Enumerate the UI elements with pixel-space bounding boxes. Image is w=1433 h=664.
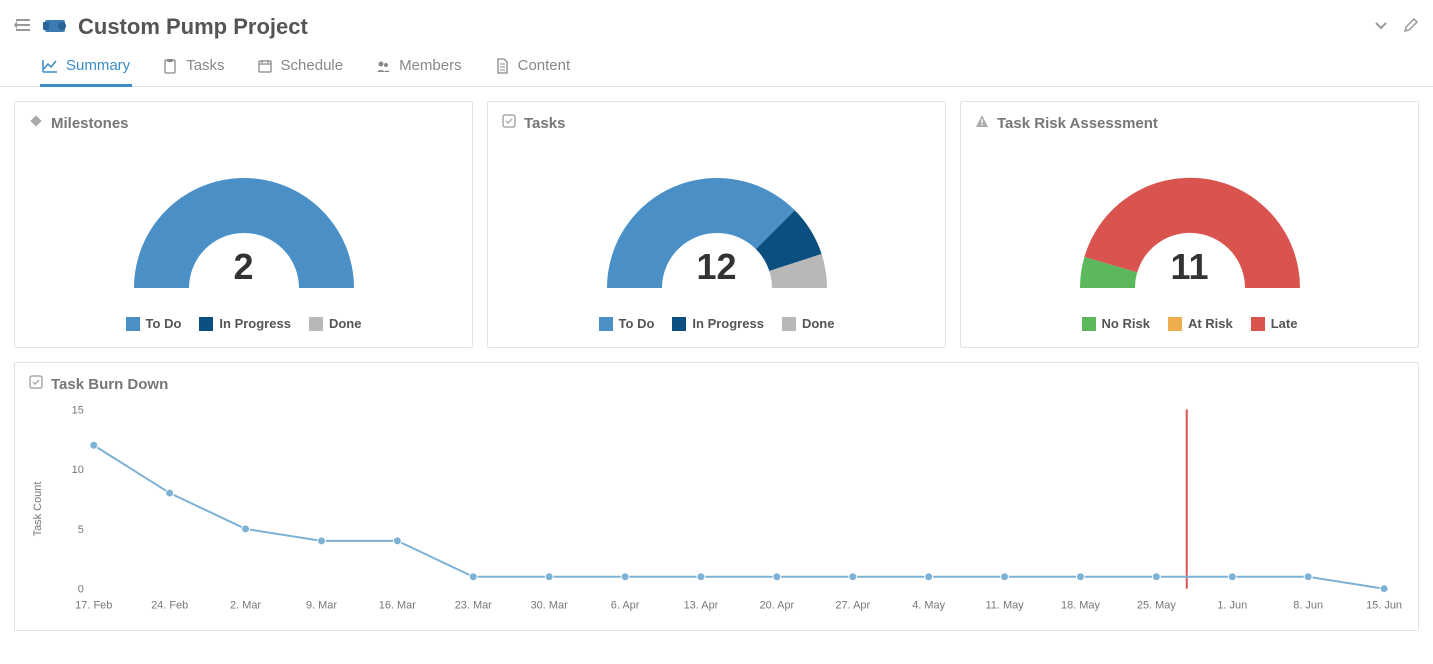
legend-label: Done	[802, 316, 835, 331]
tasks-gauge: 12	[577, 148, 857, 288]
tabs-bar: Summary Tasks Schedule Members Content	[0, 49, 1433, 87]
tab-label: Schedule	[281, 57, 344, 74]
svg-text:1. Jun: 1. Jun	[1217, 600, 1247, 612]
svg-text:15: 15	[72, 404, 84, 416]
svg-text:23. Mar: 23. Mar	[455, 600, 492, 612]
legend-item: Late	[1251, 316, 1298, 331]
svg-text:13. Apr: 13. Apr	[684, 600, 719, 612]
swatch-icon	[1251, 317, 1265, 331]
svg-text:0: 0	[78, 584, 84, 596]
risk-gauge: 11	[1050, 148, 1330, 288]
milestones-gauge: 2	[104, 148, 384, 288]
tasks-card: Tasks 12 To Do In Progress Done	[487, 101, 946, 348]
y-axis-label: Task Count	[32, 482, 44, 537]
legend-label: Late	[1271, 316, 1298, 331]
warning-icon	[975, 114, 989, 132]
legend-item: No Risk	[1082, 316, 1150, 331]
tasks-total: 12	[577, 246, 857, 288]
tab-schedule[interactable]: Schedule	[255, 49, 346, 87]
page-title: Custom Pump Project	[78, 14, 1373, 40]
milestones-card: Milestones 2 To Do In Progress Done	[14, 101, 473, 348]
svg-text:25. May: 25. May	[1137, 600, 1176, 612]
legend-item: Done	[782, 316, 835, 331]
legend-label: In Progress	[692, 316, 764, 331]
legend-item: In Progress	[199, 316, 291, 331]
svg-text:17. Feb: 17. Feb	[75, 600, 112, 612]
users-icon	[375, 58, 391, 74]
legend-item: To Do	[599, 316, 655, 331]
swatch-icon	[309, 317, 323, 331]
swatch-icon	[782, 317, 796, 331]
checkbox-icon	[29, 375, 43, 393]
card-title-text: Milestones	[51, 115, 129, 132]
legend-label: In Progress	[219, 316, 291, 331]
swatch-icon	[1168, 317, 1182, 331]
gauge-row: Milestones 2 To Do In Progress Done Task…	[0, 87, 1433, 362]
svg-text:2. Mar: 2. Mar	[230, 600, 261, 612]
chart-icon	[42, 58, 58, 74]
legend-item: In Progress	[672, 316, 764, 331]
tab-content[interactable]: Content	[492, 49, 573, 87]
swatch-icon	[126, 317, 140, 331]
legend-label: No Risk	[1102, 316, 1150, 331]
risk-legend: No Risk At Risk Late	[1082, 316, 1298, 331]
swatch-icon	[199, 317, 213, 331]
svg-text:30. Mar: 30. Mar	[531, 600, 568, 612]
burndown-chart: Task Count 0 5 10 15 17. Feb 24. Feb 2. Mar 9.…	[29, 399, 1404, 619]
legend-label: At Risk	[1188, 316, 1233, 331]
card-title-text: Tasks	[524, 115, 565, 132]
svg-text:5: 5	[78, 524, 84, 536]
calendar-icon	[257, 58, 273, 74]
swatch-icon	[672, 317, 686, 331]
chevron-down-icon[interactable]	[1373, 17, 1389, 36]
tab-label: Content	[518, 57, 571, 74]
page-header: Custom Pump Project	[0, 0, 1433, 49]
project-icon	[42, 12, 68, 41]
edit-icon[interactable]	[1403, 17, 1419, 36]
card-title-text: Task Burn Down	[51, 376, 168, 393]
svg-text:18. May: 18. May	[1061, 600, 1100, 612]
milestones-legend: To Do In Progress Done	[126, 316, 362, 331]
legend-label: To Do	[619, 316, 655, 331]
diamond-icon	[29, 114, 43, 132]
svg-text:16. Mar: 16. Mar	[379, 600, 416, 612]
svg-text:8. Jun: 8. Jun	[1293, 600, 1323, 612]
clipboard-icon	[162, 58, 178, 74]
tasks-legend: To Do In Progress Done	[599, 316, 835, 331]
tab-label: Summary	[66, 57, 130, 74]
svg-text:10: 10	[72, 464, 84, 476]
tab-members[interactable]: Members	[373, 49, 464, 87]
legend-item: At Risk	[1168, 316, 1233, 331]
legend-item: To Do	[126, 316, 182, 331]
svg-text:4. May: 4. May	[912, 600, 945, 612]
svg-text:6. Apr: 6. Apr	[611, 600, 640, 612]
document-icon	[494, 58, 510, 74]
svg-text:15. Jun: 15. Jun	[1366, 600, 1402, 612]
card-title-text: Task Risk Assessment	[997, 115, 1158, 132]
svg-text:27. Apr: 27. Apr	[835, 600, 870, 612]
svg-text:24. Feb: 24. Feb	[151, 600, 188, 612]
svg-text:9. Mar: 9. Mar	[306, 600, 337, 612]
risk-total: 11	[1050, 246, 1330, 288]
tab-tasks[interactable]: Tasks	[160, 49, 226, 87]
tab-summary[interactable]: Summary	[40, 49, 132, 87]
menu-icon[interactable]	[14, 16, 32, 37]
legend-label: Done	[329, 316, 362, 331]
svg-text:20. Apr: 20. Apr	[760, 600, 795, 612]
legend-item: Done	[309, 316, 362, 331]
tab-label: Tasks	[186, 57, 224, 74]
swatch-icon	[1082, 317, 1096, 331]
svg-text:11. May: 11. May	[985, 600, 1024, 612]
risk-card: Task Risk Assessment 11 No Risk At Risk …	[960, 101, 1419, 348]
burndown-card: Task Burn Down Task Count 0 5 10 15 17. Feb…	[14, 362, 1419, 631]
swatch-icon	[599, 317, 613, 331]
legend-label: To Do	[146, 316, 182, 331]
milestones-total: 2	[104, 246, 384, 288]
checkbox-icon	[502, 114, 516, 132]
tab-label: Members	[399, 57, 462, 74]
